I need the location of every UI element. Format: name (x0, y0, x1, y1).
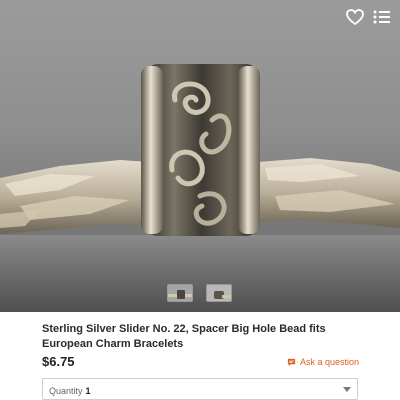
ask-question-label: Ask a question (300, 357, 360, 367)
heart-icon (346, 9, 364, 25)
product-image-area[interactable] (0, 0, 400, 312)
chevron-down-icon (343, 387, 351, 392)
chat-bubble-icon (287, 358, 296, 366)
product-info: Sterling Silver Slider No. 22, Spacer Bi… (0, 312, 400, 400)
product-price: $6.75 (42, 354, 75, 369)
ask-question-link[interactable]: Ask a question (287, 357, 359, 367)
quantity-select[interactable]: Quantity 1 (42, 378, 358, 400)
product-photo (0, 64, 400, 312)
gallery-thumbnail-1[interactable] (167, 284, 193, 302)
list-menu-icon (373, 10, 390, 24)
quantity-label: Quantity (49, 386, 83, 396)
chain-left (0, 160, 150, 234)
menu-button[interactable] (371, 6, 393, 28)
quantity-value: 1 (85, 386, 91, 396)
favorite-button[interactable] (344, 6, 366, 28)
thumbnail-image (207, 285, 231, 301)
chain-right (258, 158, 400, 228)
product-title: Sterling Silver Slider No. 22, Spacer Bi… (42, 323, 326, 350)
thumbnail-image (168, 285, 192, 301)
bead (141, 64, 260, 236)
gallery-thumbnail-2[interactable] (206, 284, 232, 302)
